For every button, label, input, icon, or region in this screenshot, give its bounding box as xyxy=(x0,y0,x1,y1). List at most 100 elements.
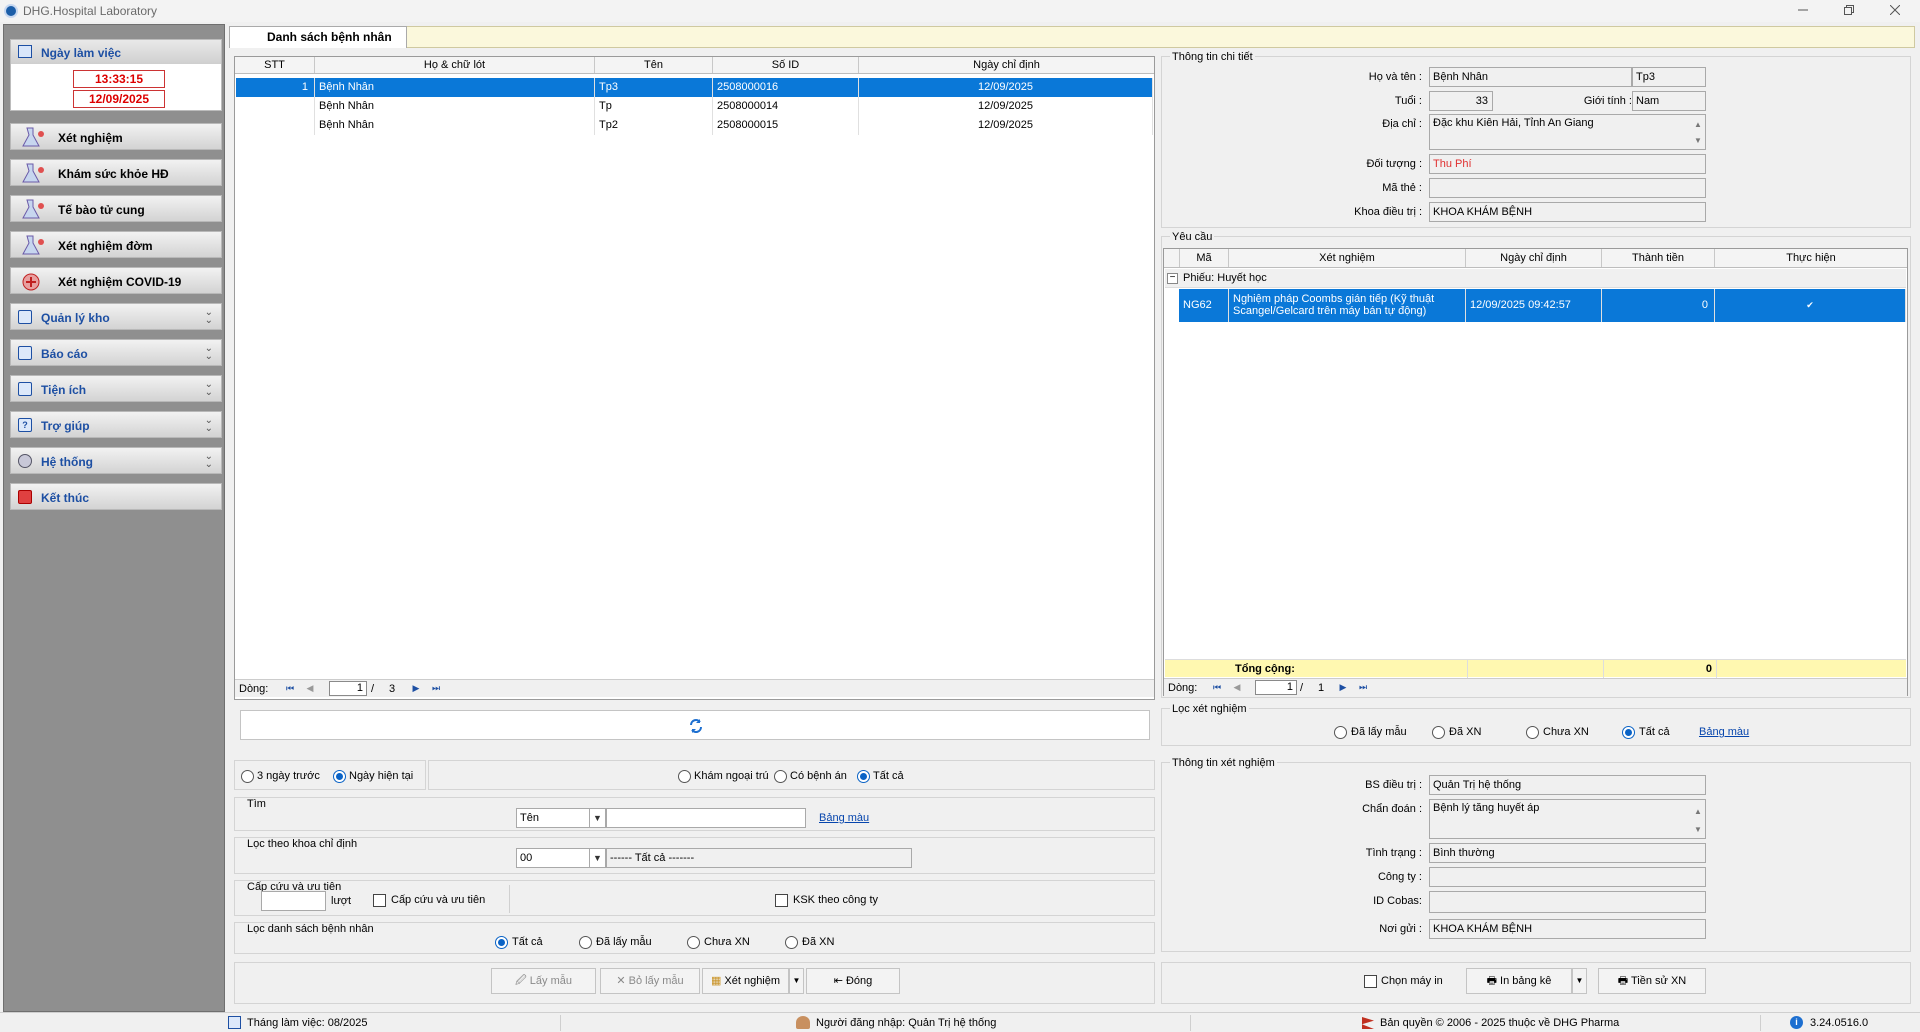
sidebar-item-te-bao-tu-cung[interactable]: Tế bào tử cung xyxy=(10,195,222,222)
sidebar-item-bao-cao[interactable]: Báo cáo ⌄ ⌄ xyxy=(10,339,222,366)
table-row[interactable]: Bệnh Nhân Tp2 2508000015 12/09/2025 xyxy=(236,116,1153,135)
radio-tat-ca[interactable] xyxy=(857,770,870,783)
column-header[interactable]: Họ & chữ lót xyxy=(315,57,595,73)
prev-page-icon[interactable]: ◀ xyxy=(303,681,317,695)
column-header[interactable]: Tên xyxy=(595,57,713,73)
divider xyxy=(1716,660,1717,678)
sidebar-item-kham-suc-khoe[interactable]: Khám sức khỏe HĐ xyxy=(10,159,222,186)
sidebar-item-quan-ly-kho[interactable]: Quản lý kho ⌄ ⌄ xyxy=(10,303,222,330)
group-title: Thông tin chi tiết xyxy=(1170,51,1255,63)
cell-ma: NG62 xyxy=(1179,289,1229,322)
prev-page-icon[interactable]: ◀ xyxy=(1230,680,1244,694)
first-page-icon[interactable]: ⏮ xyxy=(283,681,297,695)
column-header[interactable]: Thành tiền xyxy=(1602,249,1715,267)
exit-icon: ⇤ xyxy=(833,975,846,987)
group-title: Lọc xét nghiệm xyxy=(1170,703,1249,715)
emergency-count-input[interactable] xyxy=(261,891,326,911)
table-row[interactable]: NG62 Nghiệm pháp Coombs gián tiếp (Kỹ th… xyxy=(1179,289,1906,322)
restore-icon[interactable] xyxy=(1826,0,1872,22)
choose-printer-checkbox[interactable] xyxy=(1364,975,1377,988)
radio-label: Chưa XN xyxy=(1543,726,1589,738)
emergency-checkbox[interactable] xyxy=(373,894,386,907)
button-label: In bảng kê xyxy=(1500,975,1552,987)
radio-test-da-lay-mau[interactable] xyxy=(1334,726,1347,739)
sidebar-item-ket-thuc[interactable]: Kết thúc xyxy=(10,483,222,510)
radio-list-chua-xn[interactable] xyxy=(687,936,700,949)
refresh-button[interactable] xyxy=(240,710,1150,740)
column-header[interactable]: STT xyxy=(235,57,315,73)
pager-total: 1 xyxy=(1318,682,1325,694)
column-header[interactable]: Mã xyxy=(1180,249,1229,267)
scroll-up-icon[interactable]: ▲ xyxy=(1692,117,1704,133)
color-table-link[interactable]: Bảng màu xyxy=(1699,726,1749,738)
radio-ngay-hien-tai[interactable] xyxy=(333,770,346,783)
column-header[interactable]: Ngày chỉ định xyxy=(859,57,1154,73)
minimize-icon[interactable] xyxy=(1780,0,1826,22)
collapse-icon[interactable]: − xyxy=(1167,273,1178,284)
sidebar-item-tro-giup[interactable]: ? Trợ giúp ⌄ ⌄ xyxy=(10,411,222,438)
sidebar-item-covid[interactable]: Xét nghiệm COVID-19 xyxy=(10,267,222,294)
power-icon xyxy=(18,490,32,504)
column-header[interactable]: Số ID xyxy=(713,57,859,73)
scroll-down-icon[interactable]: ▼ xyxy=(1692,133,1704,149)
in-bang-ke-dropdown[interactable]: ▼ xyxy=(1572,968,1587,994)
column-header[interactable]: Thực hiện xyxy=(1715,249,1907,267)
radio-list-da-lay-mau[interactable] xyxy=(579,936,592,949)
chevron-down-icon: ▼ xyxy=(589,849,605,867)
ksk-checkbox[interactable] xyxy=(775,894,788,907)
sidebar-item-label: Xét nghiệm xyxy=(58,131,123,145)
count-unit: lượt xyxy=(331,895,352,907)
radio-test-chua-xn[interactable] xyxy=(1526,726,1539,739)
dept-code-select[interactable]: 00 ▼ xyxy=(516,848,606,868)
workday-header[interactable]: Ngày làm việc xyxy=(11,40,221,64)
field-label: Khoa điều trị : xyxy=(1354,206,1422,218)
column-header[interactable]: Ngày chỉ định xyxy=(1466,249,1602,267)
tien-su-xn-button[interactable]: 🖶 Tiền sử XN xyxy=(1598,968,1706,994)
table-row[interactable]: Bệnh Nhân Tp 2508000014 12/09/2025 xyxy=(236,97,1153,116)
radio-label: Tất cả xyxy=(873,770,904,782)
sidebar-item-xet-nghiem[interactable]: Xét nghiệm xyxy=(10,123,222,150)
radio-test-tat-ca[interactable] xyxy=(1622,726,1635,739)
first-page-icon[interactable]: ⏮ xyxy=(1210,680,1224,694)
scroll-down-icon[interactable]: ▼ xyxy=(1692,822,1704,838)
request-group-row[interactable]: − Phiếu: Huyết học xyxy=(1165,269,1906,288)
next-page-icon[interactable]: ▶ xyxy=(1336,680,1350,694)
search-field-select[interactable]: Tên ▼ xyxy=(516,808,606,828)
pager-sep: / xyxy=(371,683,375,695)
dong-button[interactable]: ⇤ Đóng xyxy=(806,968,900,994)
xet-nghiem-dropdown[interactable]: ▼ xyxy=(789,968,804,994)
button-label: Tiền sử XN xyxy=(1631,975,1687,987)
scroll-up-icon[interactable]: ▲ xyxy=(1692,804,1704,820)
next-page-icon[interactable]: ▶ xyxy=(409,681,423,695)
radio-list-da-xn[interactable] xyxy=(785,936,798,949)
search-input[interactable] xyxy=(606,808,806,828)
radio-kham-ngoai-tru[interactable] xyxy=(678,770,691,783)
column-header[interactable]: Xét nghiệm xyxy=(1229,249,1466,267)
in-bang-ke-button[interactable]: 🖶 In bảng kê xyxy=(1466,968,1572,994)
cell-ngay: 12/09/2025 xyxy=(859,97,1153,116)
lay-mau-button[interactable]: 🖉 Lấy mẫu xyxy=(491,968,596,994)
sidebar-item-xet-nghiem-dom[interactable]: Xét nghiệm đờm xyxy=(10,231,222,258)
radio-3-ngay-truoc[interactable] xyxy=(241,770,254,783)
last-page-icon[interactable]: ⏭ xyxy=(429,681,443,695)
check-icon[interactable]: ✔ xyxy=(1715,289,1906,322)
sidebar-item-tien-ich[interactable]: Tiện ích ⌄ ⌄ xyxy=(10,375,222,402)
sidebar-item-he-thong[interactable]: Hệ thống ⌄ ⌄ xyxy=(10,447,222,474)
calendar-icon xyxy=(18,45,32,58)
color-table-link[interactable]: Bảng màu xyxy=(819,812,869,824)
radio-co-benh-an[interactable] xyxy=(774,770,787,783)
xet-nghiem-button[interactable]: ▦ Xét nghiệm xyxy=(702,968,789,994)
patient-subject-field: Thu Phí xyxy=(1429,154,1706,174)
total-value: 0 xyxy=(1705,663,1712,675)
table-row[interactable]: 1 Bệnh Nhân Tp3 2508000016 12/09/2025 xyxy=(236,78,1153,97)
page-input[interactable]: 1 xyxy=(329,681,367,696)
radio-test-da-xn[interactable] xyxy=(1432,726,1445,739)
radio-list-tat-ca[interactable] xyxy=(495,936,508,949)
bo-lay-mau-button[interactable]: ✕ Bỏ lấy mẫu xyxy=(600,968,700,994)
radio-label: Tất cả xyxy=(512,936,543,948)
page-input[interactable]: 1 xyxy=(1255,680,1297,695)
close-icon[interactable] xyxy=(1872,0,1918,22)
last-page-icon[interactable]: ⏭ xyxy=(1356,680,1370,694)
group-title: Yêu cầu xyxy=(1170,231,1215,243)
tab-danh-sach-benh-nhan[interactable]: Danh sách bệnh nhân xyxy=(229,26,407,48)
